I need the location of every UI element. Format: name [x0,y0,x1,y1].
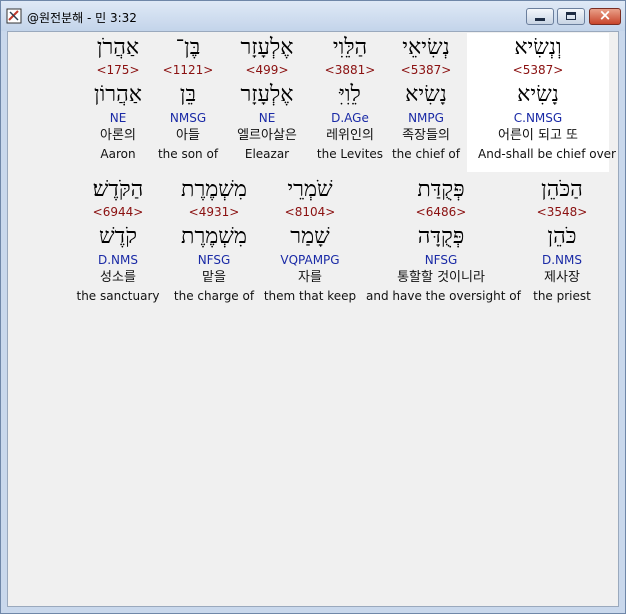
korean-gloss: 아론의 [100,128,136,143]
close-icon: × [598,6,612,24]
morphology-code: D.NMS [97,253,138,267]
hebrew-lemma: כֹּהֵן [547,224,577,249]
strong-number[interactable]: <175> [58,62,178,79]
minimize-button[interactable] [526,8,554,25]
strong-number[interactable]: <3548> [502,204,622,221]
hebrew-lemma: פְּקֻדָּה [417,224,465,249]
english-gloss: Aaron [100,147,136,161]
interlinear-panel: וְנְשִׂיא <5387> נָשִׂיא C.NMSG 어른이 되고 또… [7,31,619,607]
morphology-code: C.NMSG [513,111,563,125]
app-window: @원전분해 - 민 3:32 × וְנְשִׂיא <5387> נָשִׂי… [0,0,626,614]
strong-number[interactable]: <6944> [58,204,178,221]
strong-number[interactable]: <5387> [478,62,598,79]
hebrew-word: וְנְשִׂיא [514,35,562,60]
morphology-code: NE [109,111,127,125]
word-column[interactable]: וְנְשִׂיא <5387> נָשִׂיא C.NMSG 어른이 되고 또… [478,34,616,163]
hebrew-word: פְּקֻדַּת [417,177,465,202]
korean-gloss: 어른이 되고 또 [497,128,579,143]
morphology-code: D.NMS [541,253,582,267]
close-button[interactable]: × [589,6,621,25]
app-icon [6,8,22,24]
word-column[interactable]: פְּקֻדַּת <6486> פְּקֻדָּה NFSG 통할할 것이니라… [366,176,521,305]
maximize-button[interactable] [557,8,585,25]
word-column[interactable]: הַקֹּדֶשׁ׃ <6944> קֹדֶשׁ D.NMS 성소를 the s… [58,176,178,305]
korean-gloss: 통할할 것이니라 [397,270,485,285]
strong-number[interactable]: <6486> [366,204,516,221]
maximize-icon [566,12,576,20]
hebrew-word: הַכֹּהֵן [541,177,583,202]
word-column[interactable]: אַהֲרֹן <175> אַהֲרוֹן NE 아론의 Aaron [58,34,178,163]
hebrew-word: אַהֲרֹן [96,35,140,60]
korean-gloss: 성소를 [100,270,136,285]
morphology-code: NFSG [424,253,458,267]
english-gloss: And-shall be chief over [478,147,616,161]
word-column[interactable]: הַכֹּהֵן <3548> כֹּהֵן D.NMS 제사장 the pri… [502,176,622,305]
window-title: @원전분해 - 민 3:32 [27,11,137,25]
korean-gloss: 제사장 [544,270,580,285]
hebrew-lemma: אַהֲרוֹן [94,82,142,107]
hebrew-word: הַקֹּדֶשׁ׃ [92,177,144,202]
hebrew-lemma: קֹדֶשׁ [99,224,137,249]
english-gloss: and have the oversight of [366,289,521,303]
hebrew-lemma: נָשִׂיא [517,82,559,107]
english-gloss: the sanctuary [76,289,160,303]
title-bar[interactable]: @원전분해 - 민 3:32 × [1,1,625,31]
minimize-icon [535,18,545,21]
